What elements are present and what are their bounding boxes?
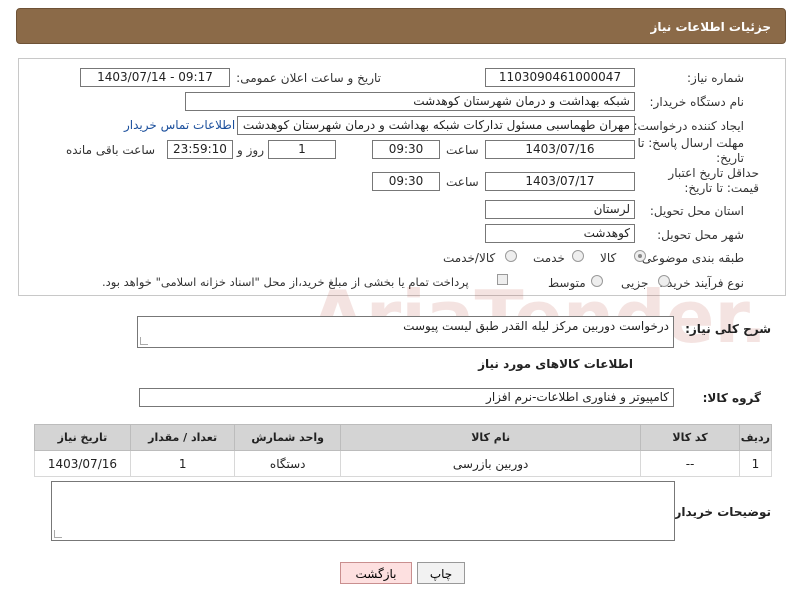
cell-code: -- [640,450,740,477]
province-label: استان محل تحویل: [649,204,744,218]
treasury-payment-checkbox[interactable] [497,274,508,285]
validity-date-field[interactable]: 1403/07/17 [485,172,635,191]
process-minor-radio[interactable] [658,275,670,287]
goods-table: ردیف کد کالا نام کالا واحد شمارش تعداد /… [34,424,773,477]
remaining-time-field[interactable]: 23:59:10 [167,140,233,159]
buyer-org-field[interactable]: شبکه بهداشت و درمان شهرستان کوهدشت [185,92,635,111]
validity-label: حداقل تاریخ اعتبار قیمت: تا تاریخ: [668,166,759,195]
remaining-label: ساعت باقی مانده [66,143,156,157]
category-service-label: خدمت [533,251,565,265]
category-goods-label: کالا [600,251,617,265]
buyer-org-label: نام دستگاه خریدار: [649,95,745,109]
city-label: شهر محل تحویل: [657,228,744,242]
process-medium-label: متوسط [548,276,586,290]
col-unit: واحد شمارش [234,424,342,451]
need-number-field[interactable]: 1103090461000047 [485,68,635,87]
deadline-date-field[interactable]: 1403/07/16 [485,140,635,159]
resize-grip-icon[interactable] [140,337,148,345]
col-name: نام کالا [340,424,642,451]
category-goods-radio[interactable] [634,250,646,262]
deadline-time-label: ساعت [446,143,479,157]
city-field[interactable]: کوهدشت [485,224,635,243]
goods-group-label: گروه کالا: [702,391,761,405]
cell-qty: 1 [129,450,236,477]
goods-section-title: اطلاعات کالاهای مورد نیاز [478,357,633,371]
resize-grip-icon[interactable] [54,530,62,538]
description-label: شرح کلی نیاز: [685,322,771,336]
category-both-radio[interactable] [505,250,517,262]
col-qty: تعداد / مقدار [129,424,236,451]
process-minor-label: جزیی [621,276,649,290]
buyer-notes-textarea[interactable] [51,481,675,541]
category-service-radio[interactable] [572,250,584,262]
province-field[interactable]: لرستان [485,200,635,219]
buyer-contact-link[interactable]: اطلاعات تماس خریدار [124,118,235,132]
cell-unit: دستگاه [234,450,342,477]
need-number-label: شماره نیاز: [687,71,744,85]
buyer-notes-label: توضیحات خریدار: [669,505,771,519]
col-code: کد کالا [640,424,740,451]
deadline-label: مهلت ارسال پاسخ: تا تاریخ: [637,136,744,165]
goods-table-header: ردیف کد کالا نام کالا واحد شمارش تعداد /… [34,424,773,451]
category-both-label: کالا/خدمت [443,251,496,265]
cell-row: 1 [738,450,773,477]
page-title: جزئیات اطلاعات نیاز [16,8,786,44]
cell-date: 1403/07/16 [34,450,131,477]
days-remaining-field[interactable]: 1 [268,140,336,159]
announce-label: تاریخ و ساعت اعلان عمومی: [236,71,381,85]
validity-time-field[interactable]: 09:30 [372,172,440,191]
creator-label: ایجاد کننده درخواست: [633,119,744,133]
table-row[interactable]: 1 -- دوربین بازرسی دستگاه 1 1403/07/16 [34,450,773,477]
description-text: درخواست دوربین مرکز لیله القدر طبق لیست … [403,319,669,333]
process-medium-radio[interactable] [591,275,603,287]
deadline-time-field[interactable]: 09:30 [372,140,440,159]
goods-group-field[interactable]: کامپیوتر و فناوری اطلاعات-نرم افزار [139,388,674,407]
print-button[interactable]: چاپ [417,562,465,584]
category-label: طبقه بندی موضوعی: [637,251,744,265]
back-button[interactable]: بازگشت [340,562,412,584]
process-label: نوع فرآیند خرید : [659,276,744,290]
col-date: تاریخ نیاز [34,424,131,451]
days-label: روز و [237,143,264,157]
treasury-payment-note: پرداخت تمام یا بخشی از مبلغ خرید،از محل … [102,275,469,289]
creator-field[interactable]: مهران طهماسبی مسئول تدارکات شبکه بهداشت … [237,116,635,135]
col-row: ردیف [738,424,773,451]
cell-name: دوربین بازرسی [340,450,642,477]
description-textarea[interactable]: درخواست دوربین مرکز لیله القدر طبق لیست … [137,316,674,348]
announce-field[interactable]: 1403/07/14 - 09:17 [80,68,230,87]
validity-time-label: ساعت [446,175,479,189]
